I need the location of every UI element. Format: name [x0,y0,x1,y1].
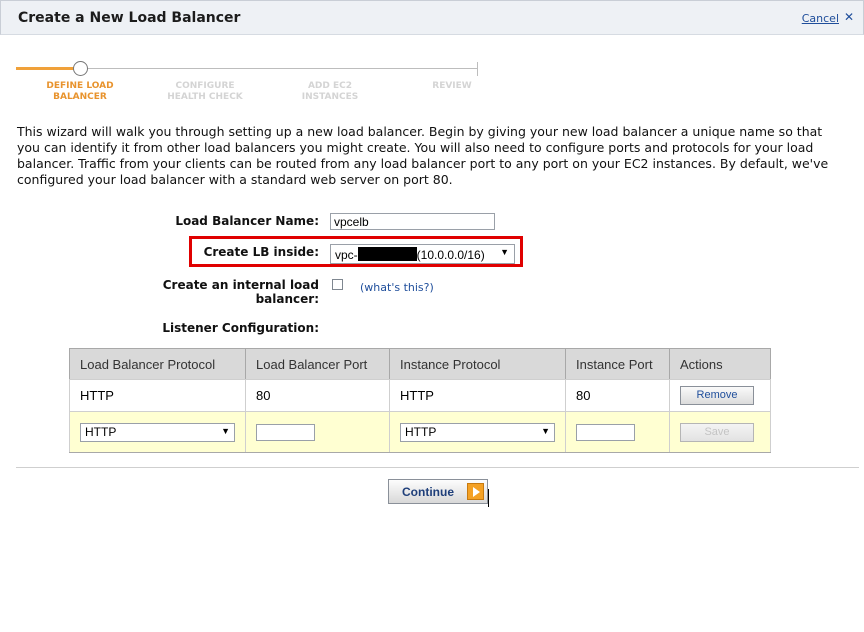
col-actions: Actions [669,348,771,380]
dialog-header: Create a New Load Balancer Cancel ✕ [0,0,864,35]
whats-this-link[interactable]: (what's this?) [360,281,434,294]
cell-instance-port: 80 [565,379,670,412]
cell-lb-port: 80 [245,379,390,412]
step-label-line: REVIEW [432,81,472,91]
step-label-line: DEFINE LOAD [46,81,114,91]
close-icon[interactable]: ✕ [844,10,854,24]
col-lb-port: Load Balancer Port [245,348,390,380]
new-lb-port-input[interactable] [256,423,315,441]
step-define-load-balancer: DEFINE LOAD BALANCER [25,81,135,103]
cell-new-instance-port [565,411,670,453]
new-lb-protocol-value: HTTP [85,424,117,439]
new-instance-protocol-select[interactable]: HTTP ▼ [400,422,555,442]
current-step-marker [73,61,88,76]
step-label-line: INSTANCES [301,92,359,102]
text-cursor [488,489,489,507]
progress-track-active [16,67,74,70]
new-instance-protocol-value: HTTP [405,424,437,439]
step-label-line: ADD EC2 [307,81,353,91]
step-configure-health-check: CONFIGURE HEALTH CHECK [150,81,260,103]
internal-load-balancer-checkbox[interactable] [332,279,343,290]
vpc-select-value: vpc- (10.0.0.0/16) [335,247,485,262]
listener-configuration-label: Listener Configuration: [162,321,319,335]
col-instance-protocol: Instance Protocol [389,348,566,380]
footer-divider [16,467,859,468]
col-lb-protocol: Load Balancer Protocol [69,348,246,380]
listener-header-row: Load Balancer Protocol Load Balancer Por… [69,348,771,380]
create-lb-inside-label: Create LB inside: [203,245,319,259]
step-label-line: CONFIGURE [175,81,235,91]
dialog-title: Create a New Load Balancer [18,10,241,26]
cancel-link[interactable]: Cancel [802,12,839,25]
wizard-intro-text: This wizard will walk you through settin… [17,124,829,187]
cell-actions: Remove [669,379,771,412]
internal-load-balancer-label: Create an internal load balancer: [162,278,319,306]
continue-button[interactable]: Continue [388,479,488,504]
listener-table: Load Balancer Protocol Load Balancer Por… [69,348,771,453]
save-listener-button[interactable]: Save [680,422,754,442]
load-balancer-name-input[interactable] [330,213,495,230]
step-label-line: BALANCER [53,92,107,102]
new-instance-port-input[interactable] [576,423,635,441]
step-add-ec2-instances: ADD EC2 INSTANCES [275,81,385,103]
step-review: REVIEW [397,81,507,92]
cell-lb-protocol: HTTP [69,379,246,412]
table-row: HTTP 80 HTTP 80 Remove [69,379,771,412]
new-lb-protocol-select[interactable]: HTTP ▼ [80,422,235,442]
col-instance-port: Instance Port [565,348,670,380]
cell-new-instance-protocol: HTTP ▼ [389,411,566,453]
wizard-progress: DEFINE LOAD BALANCER CONFIGURE HEALTH CH… [0,60,864,110]
remove-listener-button[interactable]: Remove [680,386,754,405]
vpc-cidr: (10.0.0.0/16) [416,248,485,262]
play-arrow-icon [467,483,484,500]
chevron-down-icon: ▼ [221,425,230,436]
cell-new-actions: Save [669,411,771,453]
cell-instance-protocol: HTTP [389,379,566,412]
new-listener-row: HTTP ▼ HTTP ▼ Save [69,411,771,453]
progress-track-end [477,62,478,76]
redacted-vpc-id [357,247,417,261]
vpc-id-prefix: vpc- [335,248,358,262]
vpc-select[interactable]: vpc- (10.0.0.0/16) ▼ [330,244,515,264]
continue-button-label: Continue [402,485,454,499]
load-balancer-name-label: Load Balancer Name: [175,214,319,228]
cell-new-lb-port [245,411,390,453]
cell-new-lb-protocol: HTTP ▼ [69,411,246,453]
chevron-down-icon: ▼ [541,425,550,436]
chevron-down-icon: ▼ [500,247,509,257]
step-label-line: HEALTH CHECK [167,92,243,102]
